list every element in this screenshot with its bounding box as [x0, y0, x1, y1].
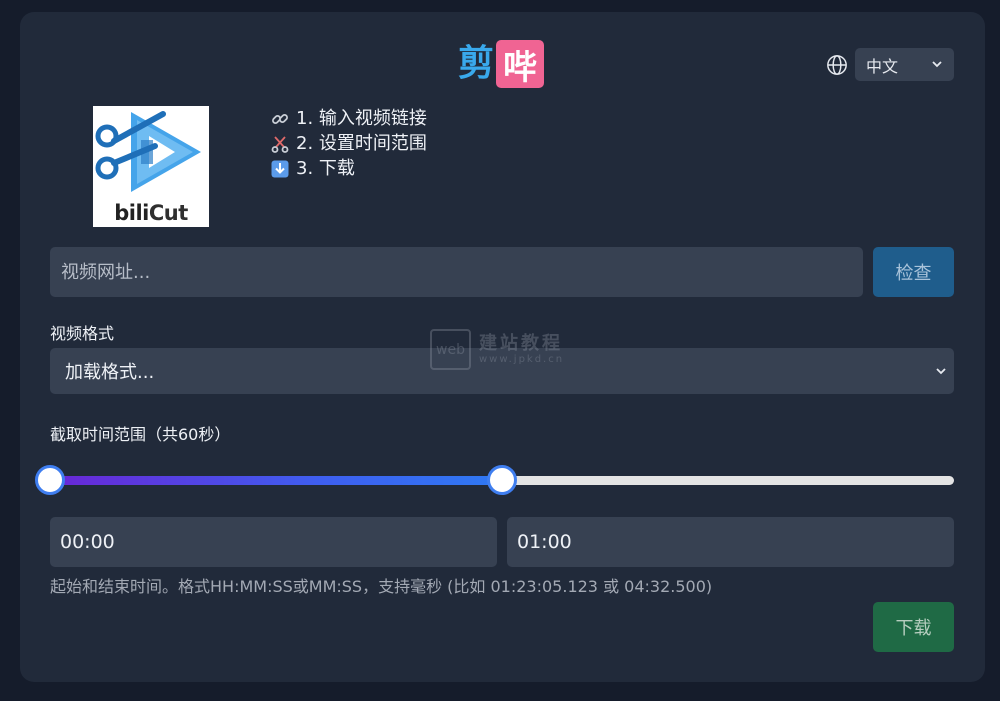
step-text: 3. 下载	[296, 158, 355, 179]
video-url-input[interactable]	[50, 247, 863, 297]
start-time-input[interactable]	[50, 517, 497, 567]
link-icon	[270, 109, 290, 129]
step-text: 1. 输入视频链接	[296, 108, 427, 129]
chevron-down-icon	[936, 368, 946, 375]
language-select-value: 中文	[866, 56, 899, 76]
check-button[interactable]: 检查	[873, 247, 954, 297]
steps-list: 1. 输入视频链接 2. 设置时间范围 3. 下载	[270, 106, 427, 181]
chevron-down-icon	[932, 61, 942, 68]
step-item: 2. 设置时间范围	[270, 131, 427, 156]
watermark-url: www.jpkd.cn	[479, 353, 565, 365]
play-scissors-logo-icon	[95, 111, 201, 192]
language-select[interactable]: 中文	[855, 48, 954, 81]
format-select-value: 加载格式...	[65, 362, 155, 383]
range-label: 截取时间范围（共60秒）	[50, 425, 231, 444]
download-button[interactable]: 下载	[873, 602, 954, 652]
bilicut-logo: biliCut	[93, 106, 209, 227]
download-arrow-icon	[270, 159, 290, 179]
range-start-handle[interactable]	[35, 465, 65, 495]
watermark-title: 建站教程	[479, 333, 563, 355]
time-format-hint: 起始和结束时间。格式HH:MM:SS或MM:SS，支持毫秒 (比如 01:23:…	[50, 577, 713, 596]
watermark: web 建站教程 www.jpkd.cn	[430, 329, 564, 370]
end-time-input[interactable]	[507, 517, 954, 567]
globe-icon[interactable]	[826, 54, 848, 76]
brand-part2: 哔	[496, 40, 545, 88]
range-slider-fill	[50, 476, 502, 485]
step-item: 3. 下载	[270, 156, 427, 181]
scissors-icon	[270, 134, 290, 154]
brand-logo: 剪 哔	[458, 40, 545, 88]
logo-wordmark: biliCut	[114, 201, 188, 225]
brand-part1: 剪	[458, 43, 495, 84]
format-label: 视频格式	[50, 324, 115, 343]
range-end-handle[interactable]	[487, 465, 517, 495]
watermark-badge: web	[430, 329, 471, 370]
step-item: 1. 输入视频链接	[270, 106, 427, 131]
step-text: 2. 设置时间范围	[296, 133, 427, 154]
